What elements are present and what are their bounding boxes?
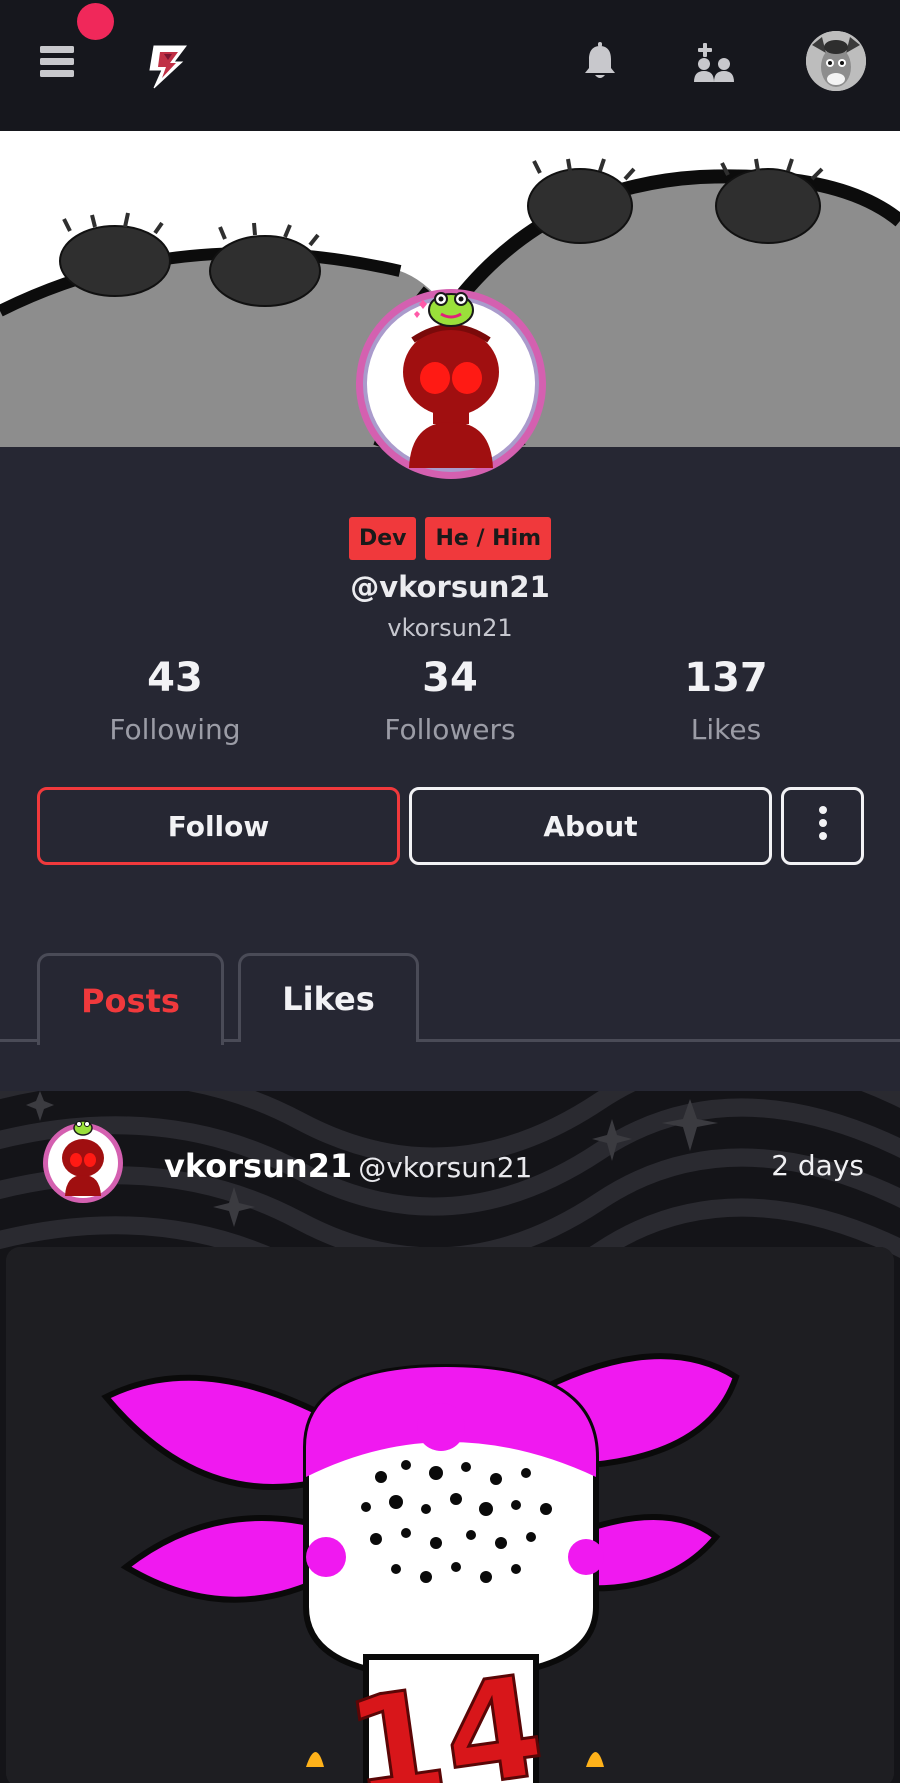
add-friends-icon[interactable] (693, 42, 735, 82)
about-button[interactable]: About (409, 787, 772, 865)
tab-posts[interactable]: Posts (37, 953, 224, 1045)
profile-badges: Dev He / Him (0, 517, 900, 560)
more-options-button[interactable] (781, 787, 864, 865)
following-label: Following (109, 713, 241, 746)
profile-avatar (351, 284, 551, 484)
top-navigation-bar (0, 0, 900, 131)
dev-badge: Dev (348, 517, 417, 560)
lightning-bolt-logo-icon[interactable] (146, 44, 190, 90)
post-card[interactable]: vkorsun21 @vkorsun21 2 days 14 (0, 1091, 900, 1783)
followers-label: Followers (384, 713, 516, 746)
follow-button[interactable]: Follow (37, 787, 400, 865)
vertical-dots-icon (817, 805, 829, 848)
profile-handle: @vkorsun21 (350, 570, 550, 604)
bell-icon[interactable] (584, 41, 616, 81)
profile-display-name: vkorsun21 (387, 614, 513, 642)
likes-label: Likes (690, 713, 762, 746)
post-author-line: vkorsun21 @vkorsun21 (164, 1147, 532, 1185)
likes-count: 137 (684, 655, 768, 701)
pronouns-badge: He / Him (425, 517, 552, 560)
post-author-handle[interactable]: @vkorsun21 (358, 1151, 532, 1184)
stat-likes[interactable]: 137 Likes (606, 652, 846, 750)
notification-dot (77, 3, 114, 40)
post-image[interactable]: 14 (6, 1247, 894, 1783)
hamburger-menu-icon[interactable] (38, 43, 78, 79)
stat-followers[interactable]: 34 Followers (330, 652, 570, 750)
tab-likes[interactable]: Likes (238, 953, 419, 1042)
post-author-avatar[interactable] (40, 1118, 126, 1204)
post-timestamp: 2 days (771, 1149, 864, 1182)
user-avatar[interactable] (806, 31, 866, 91)
followers-count: 34 (422, 655, 478, 701)
following-count: 43 (147, 655, 203, 701)
post-author-name[interactable]: vkorsun21 (164, 1147, 352, 1185)
stat-following[interactable]: 43 Following (55, 652, 295, 750)
